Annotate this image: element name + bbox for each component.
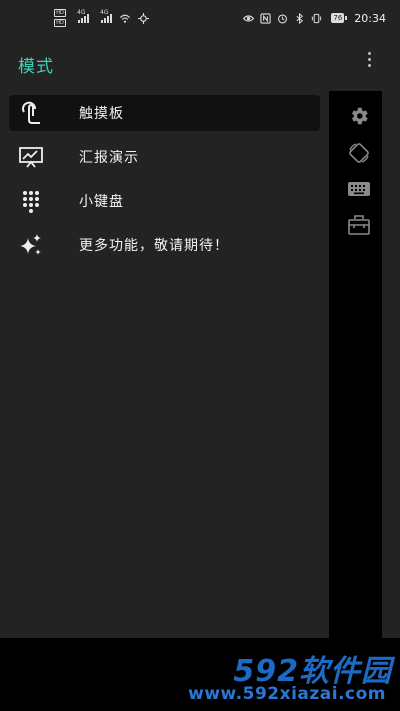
menu-item-dialpad[interactable]: 小键盘 bbox=[9, 183, 320, 219]
dialpad-icon bbox=[18, 188, 44, 214]
vibrate-icon bbox=[312, 13, 322, 23]
battery-icon: 76 bbox=[331, 13, 348, 23]
menu-item-label: 汇报演示 bbox=[79, 150, 139, 166]
status-bar: HD HD 4G 4G 76 20:34 bbox=[0, 0, 400, 36]
drawer-title: 模式 bbox=[18, 57, 54, 77]
usb-debug-icon bbox=[138, 12, 149, 24]
hd-badge: HD bbox=[54, 19, 66, 27]
menu-item-label: 小键盘 bbox=[79, 194, 124, 210]
hd-badge: HD bbox=[54, 9, 66, 17]
navigation-drawer: 模式 触摸板 汇报演示 小键盘 更多功能，敬请期待！ bbox=[0, 36, 329, 711]
menu-item-touchpad[interactable]: 触摸板 bbox=[9, 95, 320, 131]
status-bar-right: 76 20:34 bbox=[243, 12, 386, 25]
keyboard-icon[interactable] bbox=[344, 174, 374, 204]
presentation-icon bbox=[18, 144, 44, 170]
menu-item-presentation[interactable]: 汇报演示 bbox=[9, 139, 320, 175]
hd-indicators: HD HD bbox=[54, 9, 66, 27]
sparkle-icon bbox=[18, 232, 44, 258]
status-bar-left: HD HD 4G 4G bbox=[54, 9, 149, 27]
eye-icon bbox=[243, 14, 255, 22]
rotate-screen-icon[interactable] bbox=[344, 138, 374, 168]
bluetooth-icon bbox=[296, 12, 304, 24]
touch-gesture-icon bbox=[18, 100, 44, 126]
menu-item-label: 更多功能，敬请期待！ bbox=[79, 238, 229, 254]
watermark: 592软件园 www.592xiazai.com bbox=[188, 640, 400, 711]
wifi-icon bbox=[119, 14, 131, 23]
more-options-button[interactable] bbox=[358, 48, 380, 70]
menu-item-label: 触摸板 bbox=[79, 106, 124, 122]
network-type-label: 4G bbox=[100, 9, 109, 16]
network-type-label: 4G bbox=[77, 9, 86, 16]
nfc-icon bbox=[260, 12, 272, 24]
toolbox-icon[interactable] bbox=[344, 210, 374, 240]
cell-signal-icon: 4G bbox=[77, 9, 89, 23]
clock: 20:34 bbox=[354, 11, 386, 25]
menu-item-more-features[interactable]: 更多功能，敬请期待！ bbox=[9, 227, 320, 263]
watermark-url: www.592xiazai.com bbox=[188, 684, 386, 704]
cell-signal-icon: 4G bbox=[100, 9, 112, 23]
gear-icon[interactable] bbox=[344, 101, 374, 131]
alarm-icon bbox=[278, 13, 288, 23]
mode-menu: 触摸板 汇报演示 小键盘 更多功能，敬请期待！ bbox=[9, 95, 320, 271]
